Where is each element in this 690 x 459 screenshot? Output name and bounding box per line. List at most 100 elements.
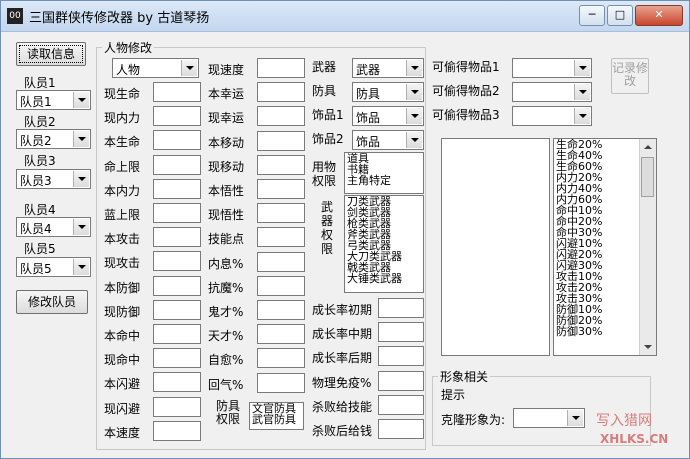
stat-label: 本内力	[104, 183, 141, 198]
chevron-down-icon	[73, 92, 89, 108]
stat-input[interactable]	[153, 178, 201, 199]
armor-select[interactable]: 防具	[352, 82, 424, 102]
stat-input[interactable]	[257, 154, 305, 175]
stat-input[interactable]	[257, 82, 305, 103]
member5-label: 队员5	[24, 242, 56, 256]
stat-input[interactable]	[153, 154, 201, 175]
use-perm-list[interactable]: 道具 书籍 主角特定	[344, 152, 424, 194]
stat-input[interactable]	[153, 251, 201, 272]
growth-input[interactable]	[378, 298, 424, 318]
scroll-down-icon[interactable]	[640, 339, 656, 355]
stat-input[interactable]	[153, 348, 201, 369]
steal-item1-select[interactable]	[512, 58, 592, 78]
stat-label: 自愈%	[208, 353, 244, 368]
stat-list-scrollbar[interactable]	[639, 139, 656, 355]
stat-label: 天才%	[208, 329, 244, 344]
modify-member-button[interactable]: 修改队员	[16, 290, 88, 314]
stat-label: 本速度	[104, 425, 141, 440]
stat-input[interactable]	[153, 130, 201, 151]
member1-select[interactable]: 队员1	[16, 90, 91, 110]
image-group-title: 形象相关	[438, 368, 491, 385]
weapon-perm-list[interactable]: 刀类武器 剑类武器 枪类武器 斧类武器 弓类武器 大刀类武器 戟类武器 大锤类武…	[344, 195, 424, 293]
stat-label: 本幸运	[208, 87, 245, 102]
stat-label: 蓝上限	[104, 208, 141, 222]
growth-input[interactable]	[378, 370, 424, 391]
stat-input[interactable]	[257, 203, 305, 224]
stat-input[interactable]	[153, 227, 201, 248]
stat-input[interactable]	[257, 324, 305, 345]
accessory2-label: 饰品2	[312, 132, 344, 146]
clone-label: 克隆形象为:	[441, 413, 506, 427]
list-item[interactable]: 武官防具	[250, 414, 303, 425]
stat-input[interactable]	[153, 396, 201, 417]
steal-item2-select[interactable]	[512, 82, 592, 102]
stat-input[interactable]	[257, 227, 305, 248]
accessory1-select[interactable]: 饰品	[352, 106, 424, 126]
stat-bonus-list[interactable]: 生命20% 生命40% 生命60% 内力20% 内力40% 内力60% 命中10% 命中20%…	[553, 138, 657, 356]
armor-perm-list[interactable]: 文官防具 武官防具	[249, 402, 304, 430]
close-button[interactable]: ✕	[635, 5, 683, 26]
stat-input[interactable]	[257, 106, 305, 127]
growth-input[interactable]	[378, 346, 424, 367]
member4-select[interactable]: 队员4	[16, 217, 91, 237]
stat-label: 现移动	[208, 159, 245, 174]
stat-label: 本命中	[104, 329, 141, 343]
stat-input[interactable]	[153, 420, 201, 441]
use-perm-label: 用物权限	[312, 160, 337, 188]
stat-input[interactable]	[153, 203, 201, 223]
stat-input[interactable]	[153, 299, 201, 320]
steal-item1-label: 可偷得物品1	[432, 60, 500, 74]
growth-label: 成长率初期	[312, 303, 373, 317]
stat-label: 命上限	[104, 159, 141, 174]
growth-input[interactable]	[378, 419, 424, 439]
stat-input[interactable]	[257, 275, 305, 296]
read-info-button[interactable]: 读取信息	[16, 42, 86, 66]
stat-input[interactable]	[257, 300, 305, 320]
stat-input[interactable]	[257, 58, 305, 78]
stat-input[interactable]	[153, 372, 201, 393]
stat-input[interactable]	[257, 372, 305, 393]
person-type-select[interactable]: 人物	[112, 58, 199, 78]
weapon-label: 武器	[312, 60, 337, 74]
growth-input[interactable]	[378, 322, 424, 343]
member2-select[interactable]: 队员2	[16, 129, 91, 149]
member5-select[interactable]: 队员5	[16, 257, 91, 277]
chevron-down-icon	[406, 108, 422, 124]
weapon-perm-label: 武器权限	[320, 200, 333, 256]
record-modify-button[interactable]: 记录修改	[611, 58, 649, 94]
stat-label: 现内力	[104, 111, 141, 126]
stat-input[interactable]	[153, 106, 201, 127]
stat-input[interactable]	[257, 251, 305, 272]
steal-item2-label: 可偷得物品2	[432, 84, 500, 98]
chevron-down-icon	[73, 259, 89, 275]
person-group-title: 人物修改	[102, 39, 155, 56]
stat-input[interactable]	[257, 348, 305, 369]
stat-input[interactable]	[153, 82, 201, 102]
growth-input[interactable]	[378, 394, 424, 415]
title-bar: 00 三国群侠传修改器 by 古道琴扬 ─ □ ✕	[1, 1, 689, 32]
maximize-button[interactable]: □	[607, 5, 633, 26]
stat-input[interactable]	[153, 275, 201, 296]
chevron-down-icon	[574, 84, 590, 100]
stat-input[interactable]	[153, 324, 201, 344]
scroll-up-icon[interactable]	[640, 139, 656, 155]
clone-select[interactable]	[513, 408, 585, 428]
weapon-select[interactable]: 武器	[352, 58, 424, 78]
steal-item3-label: 可偷得物品3	[432, 108, 500, 122]
stat-label: 内息%	[208, 256, 244, 271]
skill-list[interactable]	[441, 138, 550, 356]
stat-input[interactable]	[257, 130, 305, 151]
accessory2-select[interactable]: 饰品	[352, 130, 424, 150]
steal-item3-select[interactable]	[512, 106, 592, 126]
stat-input[interactable]	[257, 179, 305, 199]
list-item[interactable]: 大锤类武器	[345, 273, 423, 284]
stat-label: 本移动	[208, 135, 245, 150]
minimize-button[interactable]: ─	[579, 5, 605, 26]
list-item[interactable]: 主角特定	[345, 175, 423, 186]
chevron-down-icon	[73, 219, 89, 235]
growth-label: 杀败给技能	[312, 399, 373, 414]
scroll-thumb[interactable]	[641, 157, 654, 197]
stat-label: 本防御	[104, 280, 141, 295]
growth-label: 杀败后给钱	[312, 424, 373, 438]
member3-select[interactable]: 队员3	[16, 169, 91, 189]
